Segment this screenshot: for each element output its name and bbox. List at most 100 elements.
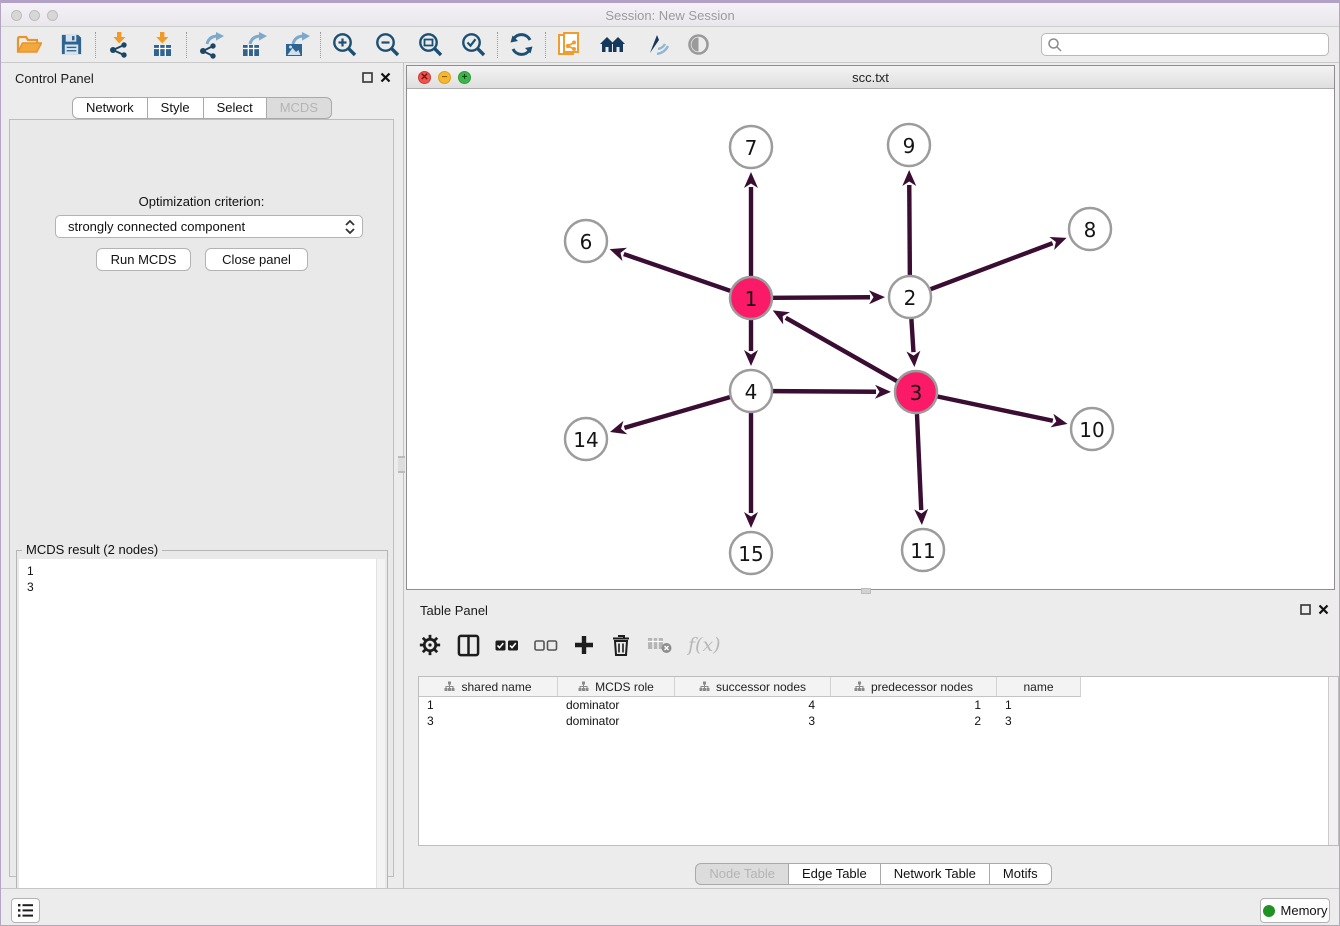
table-panel-title: Table Panel bbox=[420, 603, 488, 618]
import-table-icon[interactable] bbox=[141, 29, 184, 61]
apply-layout-icon[interactable] bbox=[500, 29, 543, 61]
column-header[interactable]: predecessor nodes bbox=[831, 677, 997, 697]
graph-edge-2-3[interactable] bbox=[911, 319, 913, 352]
network-window-title: scc.txt bbox=[407, 70, 1334, 85]
graph-node-label: 7 bbox=[745, 136, 758, 160]
attribute-icon bbox=[578, 681, 589, 692]
close-panel-icon[interactable] bbox=[1318, 604, 1329, 615]
graph-edge-2-9[interactable] bbox=[909, 185, 910, 275]
table-cell[interactable]: 3 bbox=[419, 713, 558, 729]
export-image-icon[interactable] bbox=[275, 29, 318, 61]
optimization-criterion-label: Optimization criterion: bbox=[10, 194, 393, 209]
table-cell[interactable]: 1 bbox=[831, 697, 997, 713]
add-column-icon[interactable] bbox=[573, 634, 595, 656]
mcds-result-group: MCDS result (2 nodes) 1 3 bbox=[16, 550, 388, 926]
float-panel-icon[interactable] bbox=[362, 72, 373, 83]
table-cell[interactable]: 2 bbox=[831, 713, 997, 729]
tab-select[interactable]: Select bbox=[204, 97, 267, 119]
graph-node-label: 3 bbox=[910, 381, 923, 405]
table-row[interactable]: 1dominator411 bbox=[419, 697, 1338, 713]
table-cell[interactable]: 3 bbox=[675, 713, 831, 729]
control-panel-tabs: Network Style Select MCDS bbox=[1, 97, 403, 119]
birds-eye-view-icon[interactable] bbox=[677, 29, 720, 61]
table-row[interactable]: 3dominator323 bbox=[419, 713, 1338, 729]
column-layout-icon[interactable] bbox=[457, 634, 480, 657]
table-cell[interactable]: 3 bbox=[997, 713, 1081, 729]
graph-edge-1-2[interactable] bbox=[773, 297, 870, 298]
tab-edge-table[interactable]: Edge Table bbox=[789, 863, 881, 885]
search-field[interactable] bbox=[1041, 33, 1329, 56]
graph-edge-2-8[interactable] bbox=[931, 243, 1053, 289]
column-header[interactable]: successor nodes bbox=[675, 677, 831, 697]
main-toolbar bbox=[1, 27, 1339, 63]
titlebar: Session: New Session bbox=[1, 0, 1339, 27]
network-canvas[interactable]: 1234678910111415 bbox=[407, 89, 1334, 589]
node-table: shared nameMCDS rolesuccessor nodesprede… bbox=[418, 676, 1339, 846]
graph-edge-1-6[interactable] bbox=[624, 254, 730, 291]
scrollbar[interactable] bbox=[1328, 677, 1338, 845]
close-panel-button[interactable]: Close panel bbox=[205, 248, 308, 271]
list-icon bbox=[17, 903, 34, 918]
task-history-button[interactable] bbox=[11, 898, 40, 923]
search-input[interactable] bbox=[1063, 35, 1328, 54]
table-cell[interactable]: 1 bbox=[419, 697, 558, 713]
close-panel-icon[interactable] bbox=[380, 72, 391, 83]
scrollbar[interactable] bbox=[376, 559, 385, 926]
attribute-icon bbox=[854, 681, 865, 692]
table-cell[interactable]: 1 bbox=[997, 697, 1081, 713]
table-cell[interactable]: dominator bbox=[558, 713, 675, 729]
network-from-selection-icon[interactable] bbox=[548, 29, 591, 61]
graph-node-label: 9 bbox=[903, 134, 916, 158]
zoom-out-icon[interactable] bbox=[366, 29, 409, 61]
graph-edge-3-11[interactable] bbox=[917, 414, 921, 510]
graph-edge-3-1[interactable] bbox=[786, 318, 897, 381]
column-header[interactable]: MCDS role bbox=[558, 677, 675, 697]
mcds-result-text[interactable]: 1 3 bbox=[19, 559, 385, 926]
zoom-fit-icon[interactable] bbox=[409, 29, 452, 61]
table-cell[interactable]: dominator bbox=[558, 697, 675, 713]
attribute-icon bbox=[699, 681, 710, 692]
graph-node-label: 11 bbox=[910, 539, 935, 563]
delete-table-icon bbox=[647, 635, 673, 655]
tab-mcds[interactable]: MCDS bbox=[267, 97, 332, 119]
tab-style[interactable]: Style bbox=[148, 97, 204, 119]
splitter-grip[interactable] bbox=[398, 456, 405, 473]
graphics-details-icon[interactable] bbox=[634, 29, 677, 61]
memory-button[interactable]: Memory bbox=[1260, 898, 1330, 923]
deselect-all-checks-icon[interactable] bbox=[534, 640, 558, 651]
tab-node-table[interactable]: Node Table bbox=[695, 863, 789, 885]
toolbar-separator bbox=[95, 32, 96, 58]
run-mcds-button[interactable]: Run MCDS bbox=[96, 248, 191, 271]
chevron-updown-icon bbox=[345, 219, 355, 241]
zoom-in-icon[interactable] bbox=[323, 29, 366, 61]
open-session-icon[interactable] bbox=[7, 29, 50, 61]
mcds-tab-panel: Optimization criterion: strongly connect… bbox=[9, 119, 394, 877]
mcds-result-title: MCDS result (2 nodes) bbox=[22, 542, 162, 557]
delete-column-trash-icon[interactable] bbox=[610, 633, 632, 657]
graph-edge-4-14[interactable] bbox=[624, 397, 729, 428]
column-header[interactable]: shared name bbox=[419, 677, 558, 697]
tab-motifs[interactable]: Motifs bbox=[990, 863, 1052, 885]
network-window-titlebar[interactable]: ✕ − + scc.txt bbox=[407, 66, 1334, 89]
graph-edge-4-3[interactable] bbox=[773, 391, 876, 392]
double-home-icon[interactable] bbox=[591, 29, 634, 61]
graph-edge-3-10[interactable] bbox=[938, 397, 1053, 421]
tab-network-table[interactable]: Network Table bbox=[881, 863, 990, 885]
save-session-icon[interactable] bbox=[50, 29, 93, 61]
float-panel-icon[interactable] bbox=[1300, 604, 1311, 615]
control-panel: Control Panel Network Style Select MCDS … bbox=[1, 63, 403, 888]
settings-gear-icon[interactable] bbox=[418, 633, 442, 657]
tab-network[interactable]: Network bbox=[72, 97, 148, 119]
column-header[interactable]: name bbox=[997, 677, 1081, 697]
zoom-selected-icon[interactable] bbox=[452, 29, 495, 61]
splitter-grip[interactable] bbox=[861, 588, 871, 594]
network-view-window: ✕ − + scc.txt 1234678910111415 bbox=[406, 65, 1335, 590]
import-network-icon[interactable] bbox=[98, 29, 141, 61]
criterion-dropdown[interactable]: strongly connected component bbox=[55, 215, 363, 238]
toolbar-separator bbox=[186, 32, 187, 58]
export-network-icon[interactable] bbox=[189, 29, 232, 61]
graph-node-label: 6 bbox=[580, 230, 593, 254]
export-table-icon[interactable] bbox=[232, 29, 275, 61]
table-cell[interactable]: 4 bbox=[675, 697, 831, 713]
select-all-checks-icon[interactable] bbox=[495, 640, 519, 651]
